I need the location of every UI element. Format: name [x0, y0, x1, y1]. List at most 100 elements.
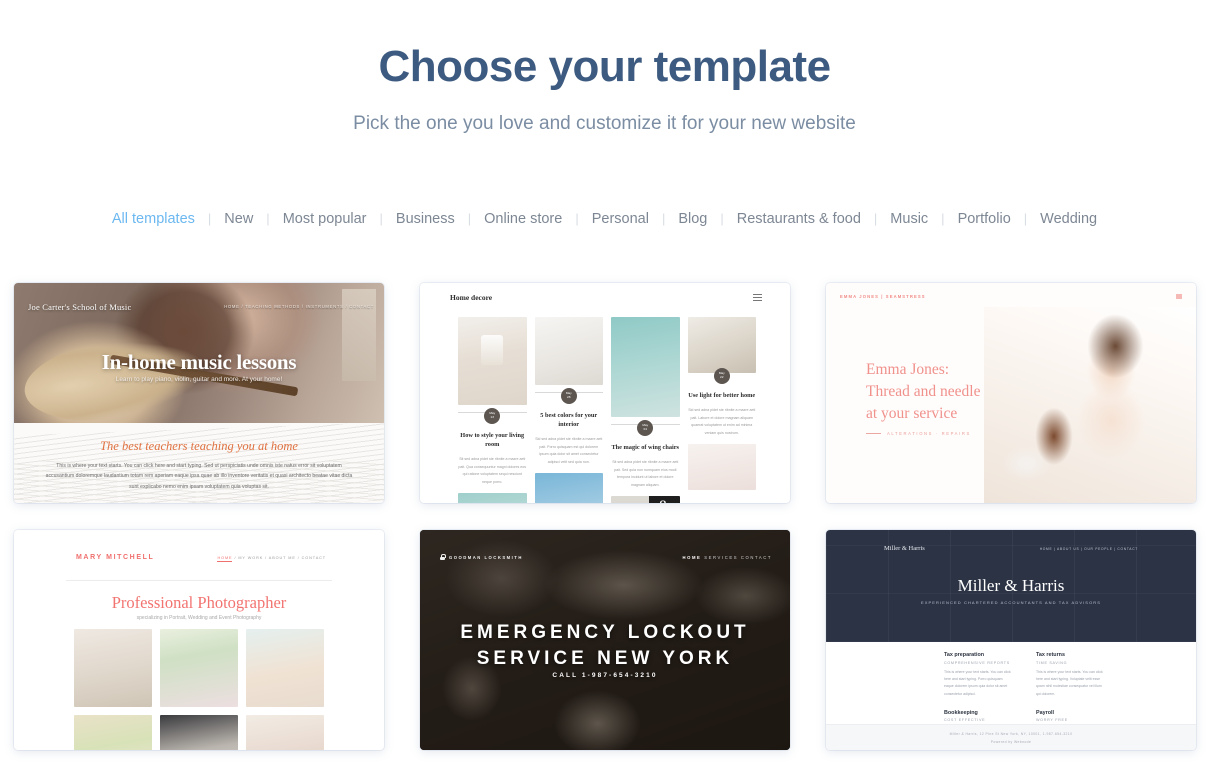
service-block: Tax preparation COMPREHENSIVE REPORTS Th… — [944, 652, 1012, 698]
service-kicker: COMPREHENSIVE REPORTS — [944, 660, 1010, 665]
post-image — [534, 473, 603, 503]
post-image — [458, 493, 527, 503]
nav-items: SERVICES CONTACT — [704, 555, 772, 560]
gallery-photo — [74, 715, 152, 750]
hero-headline: In-home music lessons — [101, 350, 297, 374]
site-nav: HOME SERVICES CONTACT — [682, 555, 772, 560]
post-excerpt: Sid sed adna pidet ste ribnite a mazre a… — [535, 437, 603, 464]
post-image — [611, 317, 680, 417]
post-excerpt: Sit sed adna pidet ste ribnite a mazre a… — [458, 457, 527, 484]
hero-tagline: ALTERATIONS · REPAIRS — [866, 431, 971, 436]
post-date-day: 13 — [490, 415, 494, 419]
post-date-badge: May 04 — [637, 420, 654, 436]
footer-powered-by: Powered by Webnode — [990, 739, 1032, 744]
site-nav: HOME | ABOUT US | OUR PEOPLE | CONTACT — [1039, 547, 1138, 551]
filter-restaurants-food[interactable]: Restaurants & food — [724, 211, 874, 227]
template-grid: Joe Carter's School of Music HOME / TEAC… — [14, 283, 1196, 750]
filter-online-store[interactable]: Online store — [471, 211, 575, 227]
post-image — [687, 444, 756, 491]
post-title: Use light for better home — [688, 392, 756, 399]
headline-line-1: Emma Jones: — [866, 361, 950, 378]
filter-portfolio[interactable]: Portfolio — [945, 211, 1024, 227]
service-kicker: COST EFFECTIVE — [944, 718, 986, 723]
site-logo: MARY MITCHELL — [76, 554, 155, 561]
site-nav: HOME / TEACHING METHODS / INSTRUMENTS / … — [224, 304, 374, 309]
post-date-badge: May 22 — [713, 368, 730, 384]
site-logo: EMMA JONES | SEAMSTRESS — [840, 294, 926, 299]
template-gallery-page: Choose your template Pick the one you lo… — [0, 0, 1209, 774]
photo-gallery — [74, 629, 324, 750]
hero-image — [984, 307, 1196, 503]
gallery-photo — [74, 629, 152, 707]
template-thumbnail: Miller & Harris HOME | ABOUT US | OUR PE… — [826, 530, 1196, 750]
post-title: How to style your living room — [460, 432, 525, 449]
filter-business[interactable]: Business — [383, 211, 468, 227]
hero-subheadline: EXPERIENCED CHARTERED ACCOUNTANTS AND TA… — [920, 600, 1102, 605]
page-title: Choose your template — [378, 42, 831, 91]
post-image — [611, 496, 680, 503]
hero-headline: Emma Jones: Thread and needle at your se… — [866, 359, 980, 425]
site-logo: Miller & Harris — [884, 545, 925, 552]
template-card-emma-jones[interactable]: EMMA JONES | SEAMSTRESS Emma Jones: Thre… — [826, 283, 1196, 503]
template-card-goodman-locksmith[interactable]: GOODMAN LOCKSMITH HOME SERVICES CONTACT … — [420, 530, 790, 750]
service-body: This is where your text starts. You can … — [1036, 669, 1103, 696]
hamburger-menu-icon — [1176, 294, 1182, 299]
section-heading: The best teachers teaching you at home — [100, 439, 298, 453]
filter-new[interactable]: New — [211, 211, 266, 227]
filter-most-popular[interactable]: Most popular — [270, 211, 380, 227]
template-thumbnail: EMMA JONES | SEAMSTRESS Emma Jones: Thre… — [826, 283, 1196, 503]
nav-item-active: HOME — [682, 555, 702, 560]
tagline-text: ALTERATIONS · REPAIRS — [887, 431, 971, 436]
hero-subheadline: specializing in Portrait, Wedding and Ev… — [136, 615, 262, 621]
gallery-photo — [246, 629, 324, 707]
service-kicker: WORRY FREE — [1036, 718, 1068, 723]
template-thumbnail: Joe Carter's School of Music HOME / TEAC… — [14, 283, 384, 503]
footer-address: Miller & Harris, 12 Pine St New York, NY… — [949, 731, 1073, 736]
gallery-photo — [160, 715, 238, 750]
template-card-miller-harris[interactable]: Miller & Harris HOME | ABOUT US | OUR PE… — [826, 530, 1196, 750]
blog-column: May 22 Use light for better home Sid sed… — [687, 317, 756, 503]
hero-headline: Professional Photographer — [111, 593, 287, 612]
gallery-photo — [246, 715, 324, 750]
template-thumbnail: MARY MITCHELL HOME / MY WORK / ABOUT ME … — [14, 530, 384, 750]
post-date-day: 28 — [567, 395, 571, 399]
template-card-music-school[interactable]: Joe Carter's School of Music HOME / TEAC… — [14, 283, 384, 503]
headline-line-3: at your service — [866, 405, 958, 422]
gallery-photo — [160, 629, 238, 707]
service-body: This is where your text starts. You can … — [944, 669, 1011, 696]
post-date-badge: May 13 — [484, 408, 501, 424]
post-title: The magic of wing chairs — [611, 444, 679, 451]
hero-subheadline: Learn to play piano, violin, guitar and … — [115, 376, 283, 383]
post-image — [458, 317, 527, 405]
template-card-mary-mitchell[interactable]: MARY MITCHELL HOME / MY WORK / ABOUT ME … — [14, 530, 384, 750]
filter-wedding[interactable]: Wedding — [1027, 211, 1110, 227]
template-card-home-decore[interactable]: Home decore May 13 How to style your liv… — [420, 283, 790, 503]
site-logo-text: GOODMAN LOCKSMITH — [449, 554, 523, 560]
headline-line-2: SERVICE NEW YORK — [476, 647, 734, 669]
call-to-action-phone: CALL 1-987-654-3210 — [552, 672, 658, 679]
site-logo: GOODMAN LOCKSMITH — [440, 554, 523, 560]
lower-section: The best teachers teaching you at home T… — [14, 423, 384, 503]
filter-all-templates[interactable]: All templates — [99, 211, 208, 227]
blog-column: May 04 The magic of wing chairs Sit sed … — [611, 317, 680, 503]
site-nav: HOME / MY WORK / ABOUT ME / CONTACT — [217, 556, 326, 562]
filter-music[interactable]: Music — [877, 211, 941, 227]
service-title: Tax returns — [1036, 652, 1065, 658]
service-title: Bookkeeping — [944, 709, 978, 716]
template-thumbnail: Home decore May 13 How to style your liv… — [420, 283, 790, 503]
filter-personal[interactable]: Personal — [579, 211, 662, 227]
post-date-day: 04 — [643, 427, 647, 431]
nav-items: / MY WORK / ABOUT ME / CONTACT — [234, 556, 326, 560]
dash-icon — [866, 433, 881, 434]
service-block: Tax returns TIME SAVING This is where yo… — [1036, 652, 1104, 698]
post-excerpt: Sid sed adna pidet ste ribnite a mazre a… — [688, 408, 756, 435]
filter-blog[interactable]: Blog — [665, 211, 720, 227]
post-image — [687, 317, 756, 373]
service-kicker: TIME SAVING — [1036, 660, 1068, 665]
lock-icon — [440, 554, 446, 560]
post-image — [534, 317, 603, 385]
hamburger-menu-icon — [753, 294, 762, 301]
category-filter-bar: All templates | New | Most popular | Bus… — [0, 211, 1209, 227]
headline-line-2: Thread and needle — [866, 383, 981, 400]
blog-column: May 28 5 best colors for your interior S… — [534, 317, 603, 503]
